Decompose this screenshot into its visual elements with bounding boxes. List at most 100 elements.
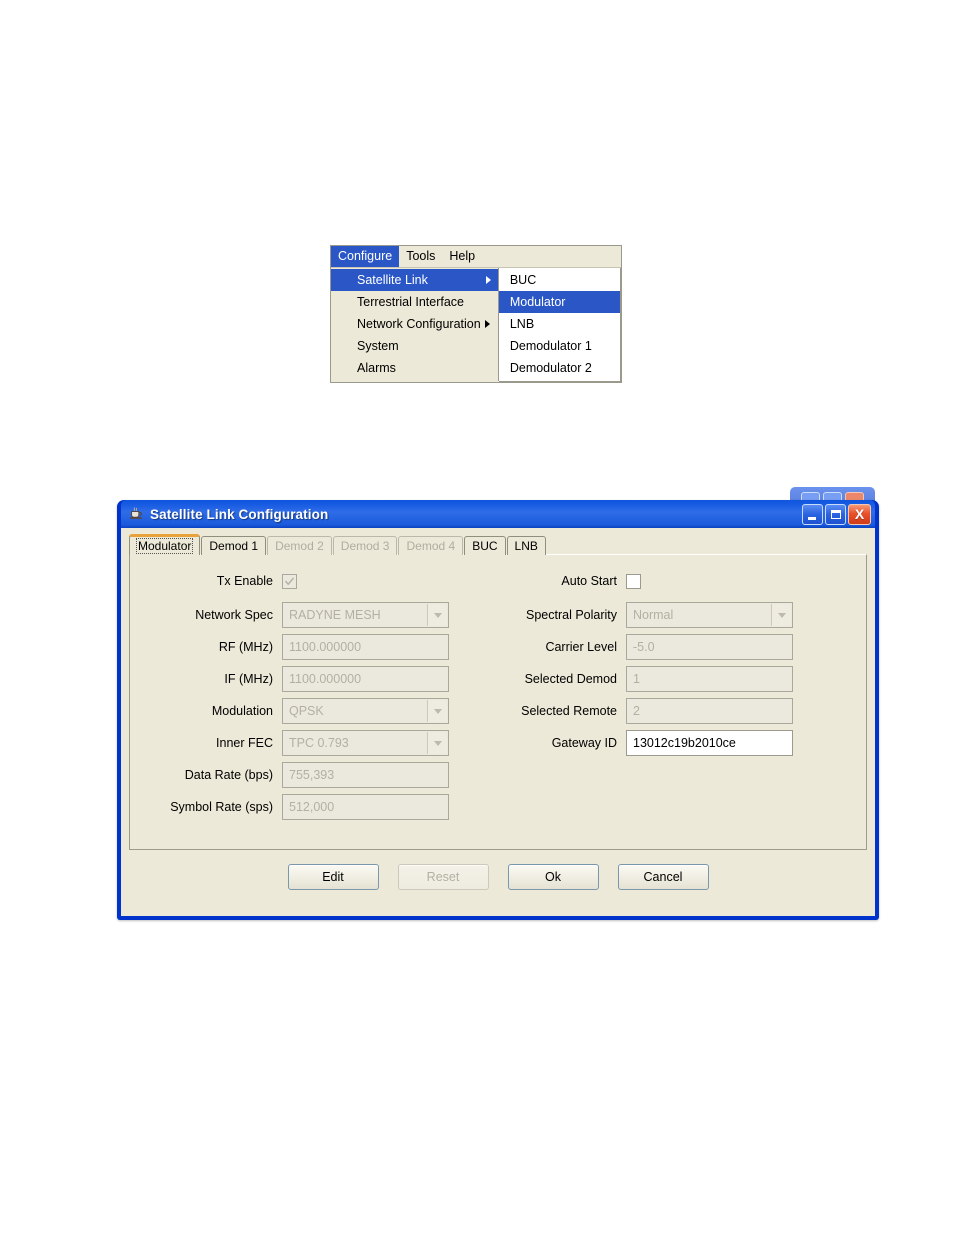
maximize-button[interactable] <box>825 503 846 525</box>
menu-item-satellite-link[interactable]: Satellite Link <box>331 269 498 291</box>
dialog-titlebar[interactable]: Satellite Link Configuration X <box>121 500 875 528</box>
cancel-button-label: Cancel <box>643 870 683 884</box>
submenu-item-demodulator-1[interactable]: Demodulator 1 <box>499 335 620 357</box>
satellite-link-configuration-dialog: Satellite Link Configuration X Modulator… <box>117 500 879 920</box>
menu-item-terrestrial-interface[interactable]: Terrestrial Interface <box>331 291 498 313</box>
tab-lnb-label: LNB <box>514 539 538 553</box>
menu-item-system[interactable]: System <box>331 335 498 357</box>
label-selected-demod: Selected Demod <box>524 672 617 686</box>
field-row-if-mhz: IF (MHz) 1100.000000 <box>130 663 498 695</box>
tab-demod-3-label: Demod 3 <box>340 539 390 553</box>
field-row-network-spec: Network Spec RADYNE MESH <box>130 599 498 631</box>
minimize-icon <box>808 516 816 520</box>
field-row-rf-mhz: RF (MHz) 1100.000000 <box>130 631 498 663</box>
data-rate-value: 755,393 <box>289 768 335 782</box>
field-row-gateway-id: Gateway ID 13012c19b2010ce <box>498 727 866 759</box>
menu-item-alarms-label: Alarms <box>357 361 396 375</box>
chevron-down-icon[interactable] <box>427 732 447 754</box>
tab-buc[interactable]: BUC <box>464 536 506 555</box>
field-row-inner-fec: Inner FEC TPC 0.793 <box>130 727 498 759</box>
field-row-data-rate: Data Rate (bps) 755,393 <box>130 759 498 791</box>
menubar-item-configure[interactable]: Configure <box>331 246 400 267</box>
label-auto-start: Auto Start <box>561 574 617 588</box>
submenu-item-lnb[interactable]: LNB <box>499 313 620 335</box>
tab-lnb[interactable]: LNB <box>506 536 546 555</box>
gateway-id-value: 13012c19b2010ce <box>633 736 736 750</box>
reset-button-label: Reset <box>426 870 460 884</box>
carrier-level-value: -5.0 <box>633 640 655 654</box>
gateway-id-input[interactable]: 13012c19b2010ce <box>626 730 793 756</box>
selected-remote-value: 2 <box>633 704 640 718</box>
tab-demod-1[interactable]: Demod 1 <box>201 536 267 555</box>
inner-fec-value: TPC 0.793 <box>289 736 349 750</box>
submenu-item-buc[interactable]: BUC <box>499 269 620 291</box>
chevron-down-icon[interactable] <box>771 604 791 626</box>
modulation-value: QPSK <box>289 704 324 718</box>
menu-item-network-configuration[interactable]: Network Configuration <box>331 313 498 335</box>
submenu-item-demodulator-2[interactable]: Demodulator 2 <box>499 357 620 379</box>
checkmark-icon <box>285 577 294 585</box>
menubar-item-tools-label: Tools <box>406 249 436 264</box>
submenu-item-modulator-label: Modulator <box>509 295 566 309</box>
data-rate-input[interactable]: 755,393 <box>282 762 449 788</box>
menubar-item-help[interactable]: Help <box>442 246 482 267</box>
symbol-rate-input[interactable]: 512,000 <box>282 794 449 820</box>
tab-demod-2-label: Demod 2 <box>275 539 324 553</box>
close-button[interactable]: X <box>848 503 871 525</box>
field-row-auto-start: Auto Start <box>498 567 866 595</box>
inner-fec-combo[interactable]: TPC 0.793 <box>282 730 449 756</box>
dialog-button-row: Edit Reset Ok Cancel <box>121 864 875 890</box>
tab-demod-3: Demod 3 <box>332 536 398 555</box>
label-selected-remote: Selected Remote <box>521 704 617 718</box>
label-inner-fec: Inner FEC <box>216 736 273 750</box>
selected-remote-input[interactable]: 2 <box>626 698 793 724</box>
field-row-selected-remote: Selected Remote 2 <box>498 695 866 727</box>
spectral-polarity-value: Normal <box>633 608 674 622</box>
menubar-item-tools[interactable]: Tools <box>399 246 442 267</box>
submenu-item-buc-label: BUC <box>509 273 537 287</box>
tab-modulator[interactable]: Modulator <box>129 534 201 555</box>
modulation-combo[interactable]: QPSK <box>282 698 449 724</box>
field-row-selected-demod: Selected Demod 1 <box>498 663 866 695</box>
field-row-tx-enable: Tx Enable <box>130 567 498 595</box>
java-coffee-cup-icon <box>130 507 142 519</box>
minimize-button[interactable] <box>802 503 823 525</box>
network-spec-combo[interactable]: RADYNE MESH <box>282 602 449 628</box>
label-gateway-id: Gateway ID <box>551 736 617 750</box>
spectral-polarity-combo[interactable]: Normal <box>626 602 793 628</box>
menu-item-system-label: System <box>357 339 399 353</box>
field-row-carrier-level: Carrier Level -5.0 <box>498 631 866 663</box>
chevron-down-icon[interactable] <box>427 700 447 722</box>
menu-item-terrestrial-interface-label: Terrestrial Interface <box>357 295 464 309</box>
tab-demod-4: Demod 4 <box>398 536 464 555</box>
submenu-arrow-icon <box>485 276 491 284</box>
if-mhz-value: 1100.000000 <box>289 672 362 686</box>
selected-demod-input[interactable]: 1 <box>626 666 793 692</box>
edit-button[interactable]: Edit <box>287 864 379 890</box>
chevron-down-icon[interactable] <box>427 604 447 626</box>
ok-button-label: Ok <box>545 870 561 884</box>
cancel-button[interactable]: Cancel <box>617 864 709 890</box>
field-row-spectral-polarity: Spectral Polarity Normal <box>498 599 866 631</box>
selected-demod-value: 1 <box>633 672 640 686</box>
label-network-spec: Network Spec <box>195 608 273 622</box>
label-carrier-level: Carrier Level <box>545 640 617 654</box>
menu-item-satellite-link-label: Satellite Link <box>357 273 428 287</box>
carrier-level-input[interactable]: -5.0 <box>626 634 793 660</box>
rf-mhz-input[interactable]: 1100.000000 <box>282 634 449 660</box>
label-modulation: Modulation <box>211 704 273 718</box>
submenu-item-demodulator-2-label: Demodulator 2 <box>509 361 592 375</box>
if-mhz-input[interactable]: 1100.000000 <box>282 666 449 692</box>
submenu-item-modulator[interactable]: Modulator <box>498 291 620 313</box>
menu-body: Satellite Link Terrestrial Interface Net… <box>331 267 621 382</box>
auto-start-checkbox[interactable] <box>626 573 641 589</box>
submenu-arrow-icon <box>484 320 490 328</box>
window-controls: X <box>802 503 872 525</box>
ok-button[interactable]: Ok <box>507 864 599 890</box>
edit-button-label: Edit <box>322 870 344 884</box>
menu-item-alarms[interactable]: Alarms <box>331 357 498 379</box>
tx-enable-checkbox[interactable] <box>282 573 297 589</box>
submenu-item-demodulator-1-label: Demodulator 1 <box>509 339 592 353</box>
menubar-item-help-label: Help <box>449 249 476 264</box>
dialog-title: Satellite Link Configuration <box>150 506 329 522</box>
